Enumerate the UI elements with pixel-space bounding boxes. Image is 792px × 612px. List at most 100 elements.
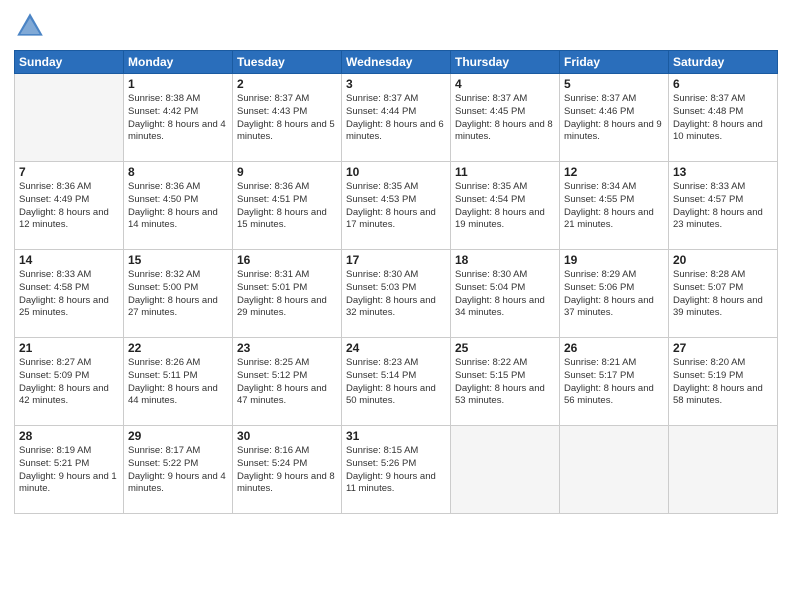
- day-info: Sunrise: 8:16 AM Sunset: 5:24 PM Dayligh…: [237, 445, 337, 496]
- day-number: 5: [564, 77, 664, 91]
- calendar-week-row-4: 28Sunrise: 8:19 AM Sunset: 5:21 PM Dayli…: [15, 426, 778, 514]
- calendar-cell: 24Sunrise: 8:23 AM Sunset: 5:14 PM Dayli…: [342, 338, 451, 426]
- day-number: 27: [673, 341, 773, 355]
- header-day-wednesday: Wednesday: [342, 51, 451, 74]
- day-info: Sunrise: 8:26 AM Sunset: 5:11 PM Dayligh…: [128, 357, 228, 408]
- day-number: 31: [346, 429, 446, 443]
- calendar-cell: 14Sunrise: 8:33 AM Sunset: 4:58 PM Dayli…: [15, 250, 124, 338]
- calendar-header-row: SundayMondayTuesdayWednesdayThursdayFrid…: [15, 51, 778, 74]
- calendar-week-row-3: 21Sunrise: 8:27 AM Sunset: 5:09 PM Dayli…: [15, 338, 778, 426]
- page: SundayMondayTuesdayWednesdayThursdayFrid…: [0, 0, 792, 612]
- header-day-monday: Monday: [124, 51, 233, 74]
- day-info: Sunrise: 8:37 AM Sunset: 4:43 PM Dayligh…: [237, 93, 337, 144]
- day-info: Sunrise: 8:31 AM Sunset: 5:01 PM Dayligh…: [237, 269, 337, 320]
- day-number: 20: [673, 253, 773, 267]
- calendar-cell: 30 Sunrise: 8:16 AM Sunset: 5:24 PM Dayli…: [233, 426, 342, 514]
- day-number: 22: [128, 341, 228, 355]
- day-info: Sunrise: 8:22 AM Sunset: 5:15 PM Dayligh…: [455, 357, 555, 408]
- calendar-cell: 17 Sunrise: 8:30 AM Sunset: 5:03 PM Dayli…: [342, 250, 451, 338]
- day-info: Sunrise: 8:38 AM Sunset: 4:42 PM Dayligh…: [128, 93, 228, 144]
- calendar-cell: 26 Sunrise: 8:21 AM Sunset: 5:17 PM Dayli…: [560, 338, 669, 426]
- calendar-cell: 27 Sunrise: 8:20 AM Sunset: 5:19 PM Dayli…: [669, 338, 778, 426]
- day-number: 26: [564, 341, 664, 355]
- day-number: 6: [673, 77, 773, 91]
- day-info: Sunrise: 8:33 AM Sunset: 4:57 PM Dayligh…: [673, 181, 773, 232]
- calendar-cell: [669, 426, 778, 514]
- day-info: Sunrise: 8:37 AM Sunset: 4:45 PM Dayligh…: [455, 93, 555, 144]
- day-number: 17: [346, 253, 446, 267]
- calendar-cell: 2 Sunrise: 8:37 AM Sunset: 4:43 PM Daylig…: [233, 74, 342, 162]
- header-day-saturday: Saturday: [669, 51, 778, 74]
- day-number: 23: [237, 341, 337, 355]
- day-number: 30: [237, 429, 337, 443]
- header-day-thursday: Thursday: [451, 51, 560, 74]
- day-info: Sunrise: 8:17 AM Sunset: 5:22 PM Dayligh…: [128, 445, 228, 496]
- header-day-sunday: Sunday: [15, 51, 124, 74]
- day-info: Sunrise: 8:37 AM Sunset: 4:46 PM Dayligh…: [564, 93, 664, 144]
- logo: [14, 10, 50, 42]
- day-number: 29: [128, 429, 228, 443]
- calendar-cell: 1 Sunrise: 8:38 AM Sunset: 4:42 PM Daylig…: [124, 74, 233, 162]
- day-number: 12: [564, 165, 664, 179]
- day-info: Sunrise: 8:36 AM Sunset: 4:49 PM Dayligh…: [19, 181, 119, 232]
- calendar-cell: 3 Sunrise: 8:37 AM Sunset: 4:44 PM Daylig…: [342, 74, 451, 162]
- calendar-cell: 20 Sunrise: 8:28 AM Sunset: 5:07 PM Dayli…: [669, 250, 778, 338]
- day-info: Sunrise: 8:34 AM Sunset: 4:55 PM Dayligh…: [564, 181, 664, 232]
- day-info: Sunrise: 8:37 AM Sunset: 4:48 PM Dayligh…: [673, 93, 773, 144]
- calendar-cell: 5 Sunrise: 8:37 AM Sunset: 4:46 PM Daylig…: [560, 74, 669, 162]
- calendar-cell: 9Sunrise: 8:36 AM Sunset: 4:51 PM Daylig…: [233, 162, 342, 250]
- day-info: Sunrise: 8:35 AM Sunset: 4:53 PM Dayligh…: [346, 181, 446, 232]
- calendar-cell: 25 Sunrise: 8:22 AM Sunset: 5:15 PM Dayli…: [451, 338, 560, 426]
- calendar-cell: [560, 426, 669, 514]
- calendar-cell: 13 Sunrise: 8:33 AM Sunset: 4:57 PM Dayli…: [669, 162, 778, 250]
- calendar-cell: 28Sunrise: 8:19 AM Sunset: 5:21 PM Dayli…: [15, 426, 124, 514]
- calendar-cell: 12 Sunrise: 8:34 AM Sunset: 4:55 PM Dayli…: [560, 162, 669, 250]
- day-number: 7: [19, 165, 119, 179]
- calendar-cell: [451, 426, 560, 514]
- day-number: 9: [237, 165, 337, 179]
- day-number: 13: [673, 165, 773, 179]
- day-info: Sunrise: 8:37 AM Sunset: 4:44 PM Dayligh…: [346, 93, 446, 144]
- calendar-cell: 16 Sunrise: 8:31 AM Sunset: 5:01 PM Dayli…: [233, 250, 342, 338]
- day-number: 15: [128, 253, 228, 267]
- calendar-week-row-2: 14Sunrise: 8:33 AM Sunset: 4:58 PM Dayli…: [15, 250, 778, 338]
- calendar-cell: 10 Sunrise: 8:35 AM Sunset: 4:53 PM Dayli…: [342, 162, 451, 250]
- day-info: Sunrise: 8:35 AM Sunset: 4:54 PM Dayligh…: [455, 181, 555, 232]
- calendar-cell: 29 Sunrise: 8:17 AM Sunset: 5:22 PM Dayli…: [124, 426, 233, 514]
- day-info: Sunrise: 8:29 AM Sunset: 5:06 PM Dayligh…: [564, 269, 664, 320]
- calendar-cell: 11 Sunrise: 8:35 AM Sunset: 4:54 PM Dayli…: [451, 162, 560, 250]
- day-info: Sunrise: 8:21 AM Sunset: 5:17 PM Dayligh…: [564, 357, 664, 408]
- day-info: Sunrise: 8:27 AM Sunset: 5:09 PM Dayligh…: [19, 357, 119, 408]
- day-number: 16: [237, 253, 337, 267]
- header-day-tuesday: Tuesday: [233, 51, 342, 74]
- day-info: Sunrise: 8:28 AM Sunset: 5:07 PM Dayligh…: [673, 269, 773, 320]
- day-number: 3: [346, 77, 446, 91]
- header: [14, 10, 778, 42]
- calendar-week-row-0: 1 Sunrise: 8:38 AM Sunset: 4:42 PM Daylig…: [15, 74, 778, 162]
- calendar-week-row-1: 7 Sunrise: 8:36 AM Sunset: 4:49 PM Daylig…: [15, 162, 778, 250]
- day-info: Sunrise: 8:30 AM Sunset: 5:03 PM Dayligh…: [346, 269, 446, 320]
- day-number: 10: [346, 165, 446, 179]
- day-info: Sunrise: 8:23 AM Sunset: 5:14 PM Dayligh…: [346, 357, 446, 408]
- calendar-cell: 19Sunrise: 8:29 AM Sunset: 5:06 PM Dayli…: [560, 250, 669, 338]
- day-number: 18: [455, 253, 555, 267]
- calendar-table: SundayMondayTuesdayWednesdayThursdayFrid…: [14, 50, 778, 514]
- header-day-friday: Friday: [560, 51, 669, 74]
- day-info: Sunrise: 8:15 AM Sunset: 5:26 PM Dayligh…: [346, 445, 446, 496]
- day-number: 1: [128, 77, 228, 91]
- day-info: Sunrise: 8:32 AM Sunset: 5:00 PM Dayligh…: [128, 269, 228, 320]
- day-info: Sunrise: 8:36 AM Sunset: 4:50 PM Dayligh…: [128, 181, 228, 232]
- calendar-cell: 4Sunrise: 8:37 AM Sunset: 4:45 PM Daylig…: [451, 74, 560, 162]
- day-number: 11: [455, 165, 555, 179]
- day-info: Sunrise: 8:33 AM Sunset: 4:58 PM Dayligh…: [19, 269, 119, 320]
- calendar-cell: 6 Sunrise: 8:37 AM Sunset: 4:48 PM Daylig…: [669, 74, 778, 162]
- day-number: 28: [19, 429, 119, 443]
- logo-icon: [14, 10, 46, 42]
- day-number: 2: [237, 77, 337, 91]
- calendar-cell: 23 Sunrise: 8:25 AM Sunset: 5:12 PM Dayli…: [233, 338, 342, 426]
- calendar-cell: 21Sunrise: 8:27 AM Sunset: 5:09 PM Dayli…: [15, 338, 124, 426]
- day-number: 25: [455, 341, 555, 355]
- calendar-cell: 31 Sunrise: 8:15 AM Sunset: 5:26 PM Dayli…: [342, 426, 451, 514]
- day-info: Sunrise: 8:20 AM Sunset: 5:19 PM Dayligh…: [673, 357, 773, 408]
- day-info: Sunrise: 8:25 AM Sunset: 5:12 PM Dayligh…: [237, 357, 337, 408]
